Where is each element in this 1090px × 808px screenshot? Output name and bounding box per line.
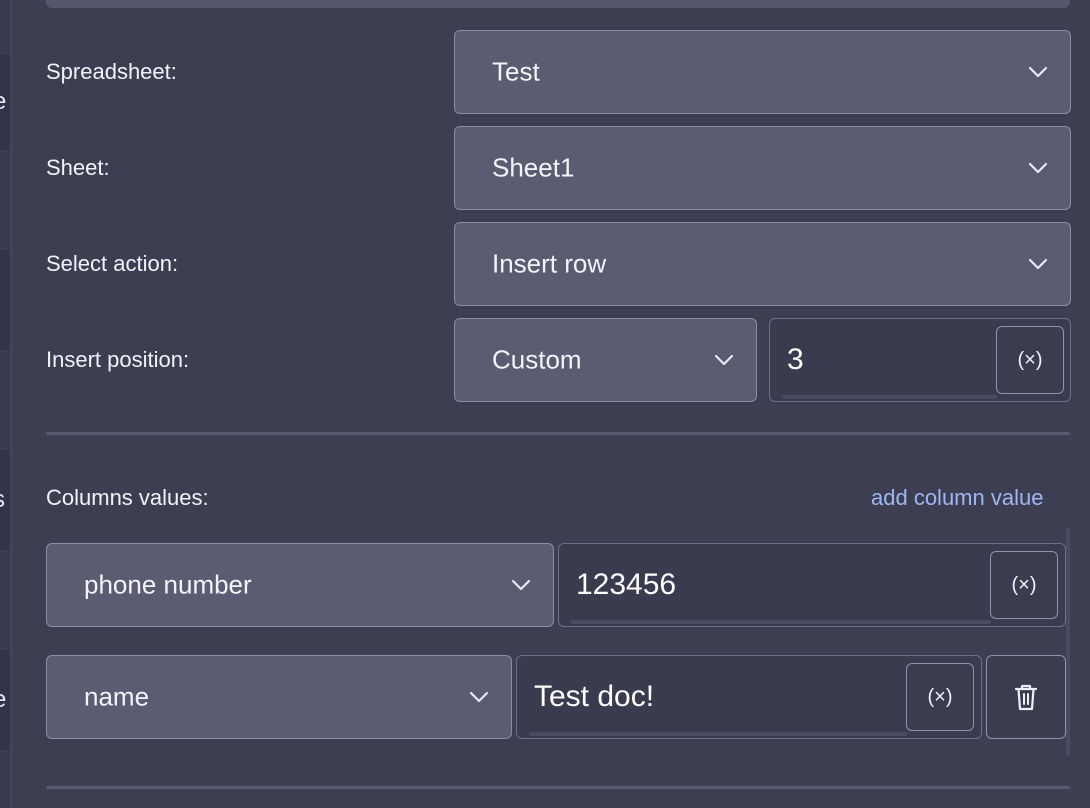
insert-position-mode: Custom (492, 344, 582, 375)
delete-column-button[interactable] (986, 655, 1066, 739)
column-value: Test doc! (534, 680, 655, 713)
variable-icon: (×) (1017, 348, 1043, 371)
chevron-down-icon (714, 354, 734, 366)
column-select[interactable]: name (46, 655, 512, 739)
spreadsheet-select[interactable]: Test (454, 30, 1071, 114)
input-underline (529, 732, 907, 736)
insert-position-label: Insert position: (46, 347, 190, 372)
variable-icon: (×) (927, 685, 953, 708)
google-sheets-action-panel: e s e Spreadsheet: Test Sheet: Sheet1 Se… (0, 0, 1090, 808)
spreadsheet-label: Spreadsheet: (46, 59, 177, 84)
action-label: Select action: (46, 251, 179, 276)
variable-button[interactable]: (×) (906, 663, 974, 731)
input-underline (571, 620, 991, 624)
columns-values-label: Columns values: (46, 485, 209, 510)
edge-text: e (0, 688, 6, 712)
chevron-down-icon (1028, 258, 1048, 270)
section-divider (46, 786, 1070, 789)
variable-button[interactable]: (×) (996, 326, 1064, 394)
insert-position-value: 3 (787, 343, 804, 376)
section-divider (46, 432, 1070, 435)
chevron-down-icon (511, 579, 531, 591)
trash-icon (1014, 684, 1038, 711)
edge-block (0, 250, 10, 350)
scrollbar[interactable] (1066, 528, 1070, 756)
add-column-value-link[interactable]: add column value (871, 487, 1043, 509)
sheet-select[interactable]: Sheet1 (454, 126, 1071, 210)
variable-icon: (×) (1011, 573, 1037, 596)
insert-position-select[interactable]: Custom (454, 318, 757, 402)
sheet-label: Sheet: (46, 155, 110, 180)
spreadsheet-value: Test (492, 56, 540, 87)
previous-field-bottom (46, 0, 1070, 8)
input-underline (782, 395, 997, 399)
edge-text: s (0, 488, 5, 512)
sheet-value: Sheet1 (492, 152, 575, 183)
column-value: 123456 (576, 568, 677, 601)
chevron-down-icon (1028, 66, 1048, 78)
column-name: name (84, 681, 150, 712)
chevron-down-icon (469, 691, 489, 703)
column-name: phone number (84, 569, 252, 600)
chevron-down-icon (1028, 162, 1048, 174)
edge-divider (10, 0, 12, 808)
left-edge-strip: e s e (0, 0, 12, 808)
variable-button[interactable]: (×) (990, 551, 1058, 619)
edge-text: e (0, 90, 6, 114)
action-value: Insert row (492, 248, 607, 279)
action-select[interactable]: Insert row (454, 222, 1071, 306)
column-select[interactable]: phone number (46, 543, 554, 627)
